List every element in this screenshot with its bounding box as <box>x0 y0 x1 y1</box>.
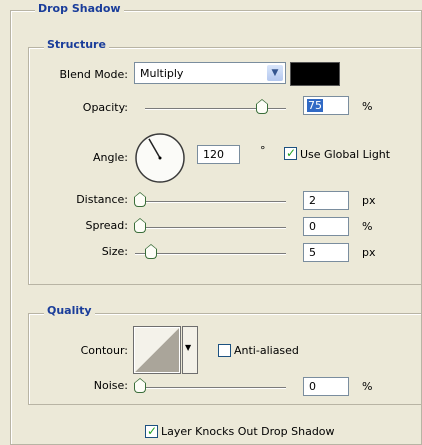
distance-slider-track[interactable] <box>135 201 286 203</box>
drop-shadow-title: Drop Shadow <box>35 2 124 15</box>
noise-value: 0 <box>309 380 316 393</box>
contour-label: Contour: <box>80 344 128 357</box>
use-global-light-checkbox[interactable]: ✓ <box>284 146 297 160</box>
angle-unit: ° <box>260 144 266 157</box>
chevron-down-icon[interactable]: ▼ <box>267 65 283 81</box>
spread-label: Spread: <box>85 219 128 232</box>
structure-title: Structure <box>44 38 109 51</box>
angle-dial[interactable] <box>134 132 186 184</box>
use-global-light-label: Use Global Light <box>300 148 391 161</box>
size-label: Size: <box>101 245 128 258</box>
shadow-color-swatch[interactable] <box>290 62 340 86</box>
size-slider-track[interactable] <box>135 253 286 255</box>
distance-field[interactable]: 2 <box>303 191 349 210</box>
contour-dropdown-button[interactable]: ▼ <box>182 326 198 374</box>
angle-label: Angle: <box>92 151 128 164</box>
spread-slider-thumb[interactable] <box>134 218 146 233</box>
anti-aliased-label: Anti-aliased <box>234 344 299 357</box>
opacity-unit: % <box>362 100 373 113</box>
angle-field[interactable]: 120 <box>197 145 240 164</box>
size-value: 5 <box>309 246 316 259</box>
size-unit: px <box>362 246 376 259</box>
size-field[interactable]: 5 <box>303 243 349 262</box>
opacity-value: 75 <box>307 99 323 112</box>
distance-value: 2 <box>309 194 316 207</box>
spread-field[interactable]: 0 <box>303 217 349 236</box>
opacity-label: Opacity: <box>82 101 128 114</box>
distance-label: Distance: <box>76 193 128 206</box>
noise-slider-thumb[interactable] <box>134 378 146 393</box>
noise-unit: % <box>362 380 373 393</box>
layer-knocks-out-checkbox[interactable]: ✓ <box>145 424 158 438</box>
noise-label: Noise: <box>93 379 128 392</box>
noise-field[interactable]: 0 <box>303 377 349 396</box>
size-slider-thumb[interactable] <box>145 244 157 259</box>
noise-slider-track[interactable] <box>135 387 286 389</box>
chevron-down-icon: ▼ <box>185 343 192 352</box>
contour-preview[interactable] <box>133 326 181 374</box>
blend-mode-value: Multiply <box>140 67 184 80</box>
blend-mode-label: Blend Mode: <box>59 68 129 81</box>
distance-slider-thumb[interactable] <box>134 192 146 207</box>
layer-knocks-out-label: Layer Knocks Out Drop Shadow <box>161 425 335 438</box>
quality-title: Quality <box>44 304 95 317</box>
angle-value: 120 <box>203 148 224 161</box>
spread-value: 0 <box>309 220 316 233</box>
spread-slider-track[interactable] <box>135 227 286 229</box>
opacity-slider-thumb[interactable] <box>256 99 268 114</box>
blend-mode-select[interactable]: Multiply ▼ <box>134 62 286 84</box>
anti-aliased-checkbox[interactable] <box>218 344 231 357</box>
distance-unit: px <box>362 194 376 207</box>
spread-unit: % <box>362 220 373 233</box>
opacity-field[interactable]: 75 <box>303 96 349 115</box>
